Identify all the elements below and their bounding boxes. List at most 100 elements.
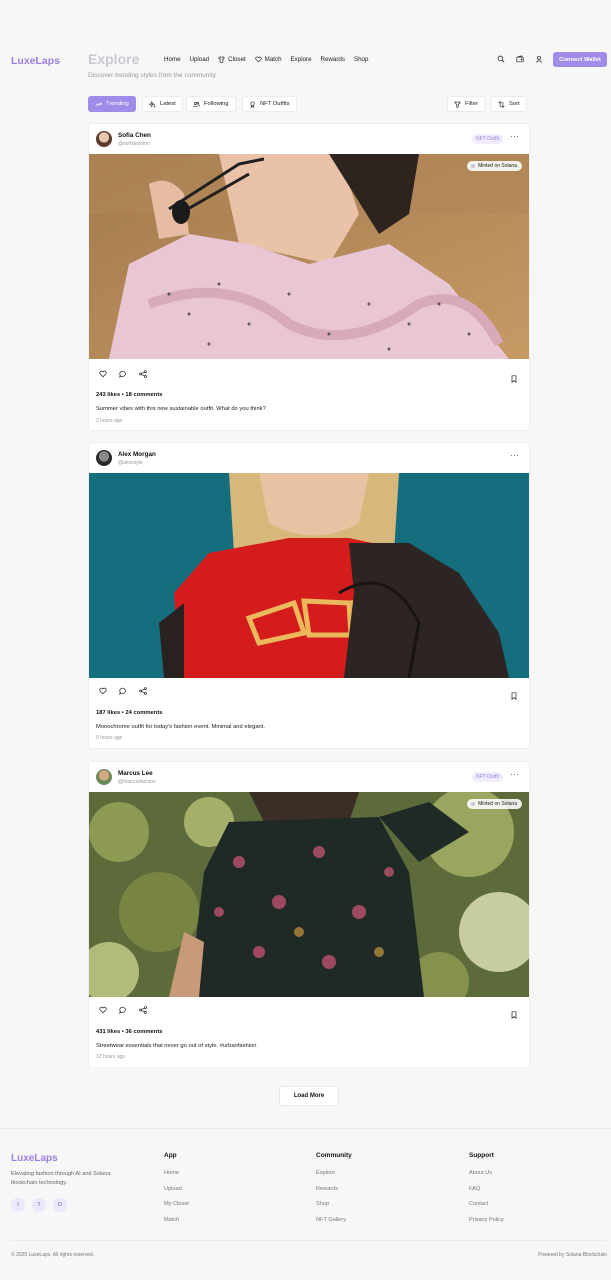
footer-link[interactable]: Contact xyxy=(469,1201,504,1217)
footer-divider xyxy=(0,1128,611,1129)
photo-pink-dress xyxy=(89,154,529,359)
heart-icon[interactable] xyxy=(99,1006,107,1014)
sort-button[interactable]: Sort xyxy=(491,96,527,112)
filter-label: Filter xyxy=(465,101,478,107)
search-icon[interactable] xyxy=(497,55,505,63)
social-links: I T D xyxy=(11,1198,67,1212)
footer-link[interactable]: My Closet xyxy=(164,1201,189,1217)
bookmark-button[interactable] xyxy=(510,1006,518,1024)
nft-outfits-tab[interactable]: NFT Outfits xyxy=(242,96,297,112)
post-caption: Monochrome outfit for today's fashion ev… xyxy=(96,724,265,730)
post-image[interactable] xyxy=(89,473,529,678)
bookmark-icon xyxy=(511,692,517,700)
post-actions xyxy=(99,687,147,695)
share-icon[interactable] xyxy=(139,1006,147,1014)
nft-outfit-badge: NFT Outfit xyxy=(472,134,503,144)
bookmark-button[interactable] xyxy=(510,370,518,388)
nav-closet[interactable]: Closet xyxy=(218,56,246,63)
minted-label: Minted on Solana xyxy=(478,801,517,807)
footer-link[interactable]: Explore xyxy=(316,1170,352,1186)
footer-column-title: App xyxy=(164,1152,177,1159)
heart-icon[interactable] xyxy=(99,687,107,695)
latest-tab[interactable]: Latest xyxy=(142,96,183,112)
logo[interactable]: LuxeLaps xyxy=(11,55,60,67)
discord-icon[interactable]: D xyxy=(53,1198,67,1212)
more-options-icon[interactable]: ··· xyxy=(510,451,520,460)
minted-on-solana-badge: Minted on Solana xyxy=(467,161,522,171)
footer-link[interactable]: About Us xyxy=(469,1170,504,1186)
avatar[interactable] xyxy=(96,450,112,466)
nft-outfits-label: NFT Outfits xyxy=(260,101,290,107)
comment-icon[interactable] xyxy=(119,370,127,378)
footer-link[interactable]: Upload xyxy=(164,1186,189,1202)
nav-explore-label: Explore xyxy=(290,56,312,63)
post-handle: @alexstyle xyxy=(118,460,143,466)
solana-dot-icon xyxy=(471,164,476,168)
footer-bottom-divider xyxy=(11,1240,607,1241)
footer-logo[interactable]: LuxeLaps xyxy=(11,1153,58,1164)
footer-column-community: Community Explore Rewards Shop NFT Galle… xyxy=(316,1152,352,1232)
comment-icon[interactable] xyxy=(119,687,127,695)
post-username[interactable]: Sofia Chen xyxy=(118,132,151,139)
user-icon[interactable] xyxy=(535,55,543,63)
post-image[interactable]: Minted on Solana xyxy=(89,154,529,359)
avatar[interactable] xyxy=(96,131,112,147)
twitter-icon[interactable]: T xyxy=(32,1198,46,1212)
trending-tab[interactable]: Trending xyxy=(88,96,136,112)
bookmark-button[interactable] xyxy=(510,687,518,705)
following-label: Following xyxy=(204,101,229,107)
filter-bar: Trending Latest Following NFT Outfits Fi… xyxy=(88,96,530,112)
page-title: Explore xyxy=(88,51,140,67)
main-nav: Home Upload Closet Match Explore Rewards… xyxy=(164,56,368,63)
wallet-icon[interactable] xyxy=(516,55,524,63)
post-actions xyxy=(99,1006,147,1014)
sort-icon xyxy=(498,100,505,108)
nav-home-label: Home xyxy=(164,56,181,63)
footer-link[interactable]: NFT Gallery xyxy=(316,1217,352,1233)
post-stats: 431 likes • 36 comments xyxy=(96,1029,163,1035)
nav-shop[interactable]: Shop xyxy=(354,56,368,63)
footer-column-support: Support About Us FAQ Contact Privacy Pol… xyxy=(469,1152,504,1232)
footer-link[interactable]: Home xyxy=(164,1170,189,1186)
post-image[interactable]: Minted on Solana xyxy=(89,792,529,997)
latest-label: Latest xyxy=(160,101,176,107)
trending-icon xyxy=(95,102,102,106)
footer-link[interactable]: FAQ xyxy=(469,1186,504,1202)
post-username[interactable]: Alex Morgan xyxy=(118,451,156,458)
nav-home[interactable]: Home xyxy=(164,56,181,63)
avatar[interactable] xyxy=(96,769,112,785)
post-username[interactable]: Marcus Lee xyxy=(118,770,153,777)
nav-rewards[interactable]: Rewards xyxy=(321,56,345,63)
share-icon[interactable] xyxy=(139,370,147,378)
footer-column-title: Community xyxy=(316,1152,352,1159)
heart-icon[interactable] xyxy=(99,370,107,378)
footer-link[interactable]: Privacy Policy xyxy=(469,1217,504,1233)
nav-upload-label: Upload xyxy=(189,56,210,63)
load-more-button[interactable]: Load More xyxy=(279,1086,339,1106)
nft-badge-icon xyxy=(250,101,255,108)
comment-icon[interactable] xyxy=(119,1006,127,1014)
nav-upload[interactable]: Upload xyxy=(190,56,210,63)
nav-match[interactable]: Match xyxy=(255,56,282,63)
filter-icon xyxy=(454,101,461,108)
post-actions xyxy=(99,370,147,378)
filter-button[interactable]: Filter xyxy=(447,96,485,112)
header-icons xyxy=(497,55,543,63)
more-options-icon[interactable]: ··· xyxy=(510,770,520,779)
footer-column-title: Support xyxy=(469,1152,494,1159)
post-timestamp: 5 hours ago xyxy=(96,735,123,741)
sort-label: Sort xyxy=(509,101,520,107)
footer-link[interactable]: Match xyxy=(164,1217,189,1233)
post-stats: 187 likes • 24 comments xyxy=(96,710,163,716)
following-tab[interactable]: Following xyxy=(186,96,236,112)
post-timestamp: 12 hours ago xyxy=(96,1054,126,1060)
copyright: © 2025 LuxeLaps. All rights reserved. xyxy=(11,1252,95,1258)
nav-explore[interactable]: Explore xyxy=(291,56,312,63)
footer-link[interactable]: Shop xyxy=(316,1201,352,1217)
more-options-icon[interactable]: ··· xyxy=(510,132,520,141)
footer-column-app: App Home Upload My Closet Match xyxy=(164,1152,189,1232)
share-icon[interactable] xyxy=(139,687,147,695)
instagram-icon[interactable]: I xyxy=(11,1198,25,1212)
footer-link[interactable]: Rewards xyxy=(316,1186,352,1202)
connect-wallet-button[interactable]: Connect Wallet xyxy=(553,52,607,67)
